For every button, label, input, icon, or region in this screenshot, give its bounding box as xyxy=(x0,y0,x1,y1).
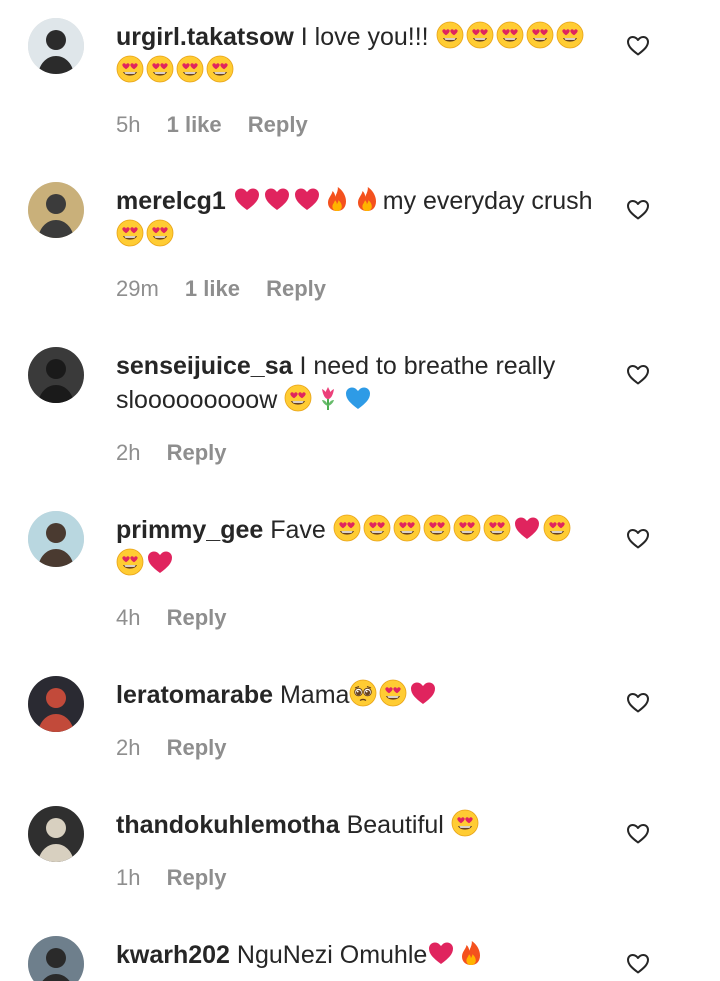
red-heart-emoji xyxy=(293,185,321,213)
heart-eyes-emoji xyxy=(116,548,144,576)
avatar[interactable] xyxy=(28,18,84,74)
heart-eyes-emoji xyxy=(333,514,361,542)
reply-button[interactable]: Reply xyxy=(167,605,227,630)
heart-eyes-emoji xyxy=(146,219,174,247)
comment-body: primmy_gee Fave xyxy=(116,513,594,581)
avatar[interactable] xyxy=(28,806,84,862)
comment-username[interactable]: urgirl.takatsow xyxy=(116,23,294,51)
comment-text: I love you!!! xyxy=(300,23,429,51)
comment-username[interactable]: primmy_gee xyxy=(116,516,263,544)
comment-text: my everyday crush xyxy=(382,187,593,215)
heart-eyes-emoji xyxy=(116,219,144,247)
comment-emojis xyxy=(349,679,439,709)
comment-body: merelcg1 my everyday crush xyxy=(116,184,594,252)
heart-outline-icon[interactable] xyxy=(625,32,651,58)
comment-username[interactable]: thandokuhlemotha xyxy=(116,811,340,839)
heart-eyes-emoji xyxy=(496,21,524,49)
comment-text: Mama xyxy=(279,681,350,709)
avatar[interactable] xyxy=(28,676,84,732)
comment-emojis xyxy=(233,187,383,215)
heart-eyes-emoji xyxy=(453,514,481,542)
heart-eyes-emoji xyxy=(423,514,451,542)
heart-eyes-emoji xyxy=(116,55,144,83)
heart-eyes-emoji xyxy=(483,514,511,542)
comment-body: kwarh202 NguNezi Omuhle xyxy=(116,938,594,972)
heart-eyes-emoji xyxy=(176,55,204,83)
comment-username[interactable]: merelcg1 xyxy=(116,187,226,215)
reply-button[interactable]: Reply xyxy=(167,440,227,465)
comment-emojis xyxy=(116,219,176,249)
comment-meta: 4h Reply xyxy=(116,605,247,631)
heart-outline-icon[interactable] xyxy=(625,950,651,976)
pleading-emoji xyxy=(349,679,377,707)
comment-text: Beautiful xyxy=(346,811,444,839)
red-heart-emoji xyxy=(233,185,261,213)
tulip-emoji xyxy=(314,384,342,412)
heart-eyes-emoji xyxy=(363,514,391,542)
comment-body: leratomarabe Mama xyxy=(116,678,594,712)
heart-eyes-emoji xyxy=(436,21,464,49)
comment-emojis xyxy=(284,384,374,414)
comment-username[interactable]: leratomarabe xyxy=(116,681,273,709)
comment-username[interactable]: senseijuice_sa xyxy=(116,352,293,380)
comment-time: 4h xyxy=(116,605,141,630)
heart-eyes-emoji xyxy=(466,21,494,49)
comment-meta: 1h Reply xyxy=(116,865,247,891)
red-heart-emoji xyxy=(427,939,455,967)
heart-eyes-emoji xyxy=(379,679,407,707)
heart-eyes-emoji xyxy=(206,55,234,83)
comment-time: 2h xyxy=(116,735,141,760)
fire-emoji xyxy=(457,939,485,967)
comment-body: senseijuice_sa I need to breathe really … xyxy=(116,349,594,417)
comment-time: 1h xyxy=(116,865,141,890)
heart-eyes-emoji xyxy=(451,809,479,837)
heart-outline-icon[interactable] xyxy=(625,361,651,387)
fire-emoji xyxy=(353,185,381,213)
comment-text: Fave xyxy=(270,516,326,544)
comment-meta: 2h Reply xyxy=(116,735,247,761)
blue-heart-emoji xyxy=(344,384,372,412)
avatar[interactable] xyxy=(28,182,84,238)
comment-time: 5h xyxy=(116,112,141,137)
comment-time: 29m xyxy=(116,276,159,301)
heart-outline-icon[interactable] xyxy=(625,689,651,715)
comment-likes[interactable]: 1 like xyxy=(185,276,240,301)
comment-list: urgirl.takatsow I love you!!! 5h 1 like … xyxy=(0,0,720,981)
red-heart-emoji xyxy=(146,548,174,576)
avatar[interactable] xyxy=(28,347,84,403)
comment-meta: 2h Reply xyxy=(116,440,247,466)
avatar[interactable] xyxy=(28,936,84,981)
fire-emoji xyxy=(323,185,351,213)
comment-body: thandokuhlemotha Beautiful xyxy=(116,808,594,842)
comment-time: 2h xyxy=(116,440,141,465)
heart-eyes-emoji xyxy=(556,21,584,49)
red-heart-emoji xyxy=(409,679,437,707)
reply-button[interactable]: Reply xyxy=(248,112,308,137)
heart-eyes-emoji xyxy=(526,21,554,49)
comment-likes[interactable]: 1 like xyxy=(167,112,222,137)
red-heart-emoji xyxy=(263,185,291,213)
reply-button[interactable]: Reply xyxy=(167,865,227,890)
comment-body: urgirl.takatsow I love you!!! xyxy=(116,20,594,88)
comment-emojis xyxy=(427,941,487,969)
reply-button[interactable]: Reply xyxy=(266,276,326,301)
heart-eyes-emoji xyxy=(543,514,571,542)
heart-outline-icon[interactable] xyxy=(625,820,651,846)
reply-button[interactable]: Reply xyxy=(167,735,227,760)
heart-eyes-emoji xyxy=(393,514,421,542)
comment-emojis xyxy=(451,809,481,839)
heart-outline-icon[interactable] xyxy=(625,196,651,222)
comment-meta: 29m 1 like Reply xyxy=(116,276,346,302)
avatar[interactable] xyxy=(28,511,84,567)
comment-meta: 5h 1 like Reply xyxy=(116,112,328,138)
heart-eyes-emoji xyxy=(146,55,174,83)
comment-username[interactable]: kwarh202 xyxy=(116,941,230,969)
heart-outline-icon[interactable] xyxy=(625,525,651,551)
heart-eyes-emoji xyxy=(284,384,312,412)
red-heart-emoji xyxy=(513,514,541,542)
comment-text: NguNezi Omuhle xyxy=(236,941,428,969)
